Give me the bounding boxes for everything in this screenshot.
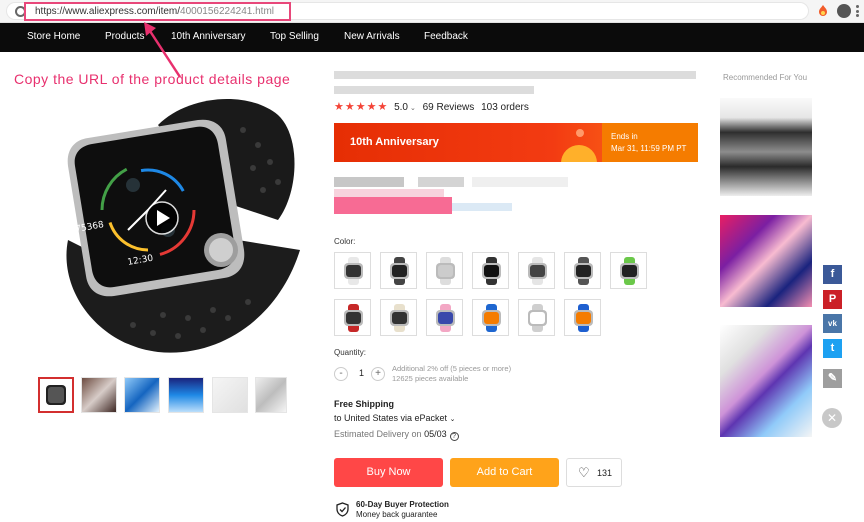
extension-icon[interactable]	[817, 4, 829, 18]
promo-banner[interactable]: 10th Anniversary Ends in Mar 31, 11:59 P…	[334, 123, 698, 162]
protection-subtitle: Money back guarantee	[356, 510, 438, 519]
pieces-available: 12625 pieces available	[392, 374, 469, 383]
quantity-label: Quantity:	[334, 348, 367, 357]
color-swatch-3[interactable]	[426, 252, 463, 289]
product-main-image[interactable]: 75368 12:30	[38, 90, 303, 360]
edit-icon[interactable]: ✎	[823, 369, 842, 388]
quantity-increase-button[interactable]: +	[371, 367, 385, 381]
watch-thumbnail-icon	[574, 257, 593, 285]
color-swatch-12[interactable]	[518, 299, 555, 336]
recommended-title: Recommended For You	[722, 73, 808, 82]
watch-thumbnail-icon	[436, 257, 455, 285]
price-blurred	[334, 177, 404, 187]
recommended-item-2[interactable]	[720, 215, 812, 307]
promo-ends-date: Mar 31, 11:59 PM PT	[611, 144, 687, 153]
wishlist-count: 131	[597, 468, 613, 478]
thumbnail-3[interactable]	[124, 377, 160, 413]
watch-thumbnail-icon	[390, 304, 409, 332]
rating-row: ★★★★★ 5.0 ⌄ 69 Reviews 103 orders	[334, 101, 529, 113]
thumbnail-6[interactable]	[255, 377, 287, 413]
thumbnail-1[interactable]	[38, 377, 74, 413]
browser-menu-icon[interactable]	[856, 5, 859, 17]
watch-thumbnail-icon	[344, 304, 363, 332]
shipping-title: Free Shipping	[334, 399, 395, 409]
profile-icon[interactable]	[837, 4, 851, 18]
rating-stars-icon: ★★★★★	[334, 101, 389, 113]
watch-thumbnail-icon	[482, 257, 501, 285]
promo-decoration	[561, 145, 597, 162]
color-swatch-2[interactable]	[380, 252, 417, 289]
watch-thumbnail-icon	[482, 304, 501, 332]
discount-blurred	[334, 197, 452, 214]
heart-icon: ♡	[578, 465, 590, 480]
watch-thumbnail-icon	[620, 257, 639, 285]
color-swatch-5[interactable]	[518, 252, 555, 289]
thumbnail-5[interactable]	[212, 377, 248, 413]
rating-value: 5.0	[394, 102, 408, 113]
shipping-destination-text: to United States via ePacket	[334, 413, 448, 423]
quantity-input[interactable]: 1	[359, 368, 364, 378]
promo-decoration-dot	[576, 129, 584, 137]
nav-top-selling[interactable]: Top Selling	[270, 31, 319, 42]
color-label: Color:	[334, 237, 356, 246]
help-icon[interactable]: ?	[449, 432, 459, 441]
price-blurred-3	[472, 177, 568, 187]
page: https://www.aliexpress.com/item/40001562…	[0, 0, 864, 522]
color-swatch-8[interactable]	[334, 299, 371, 336]
nav-feedback[interactable]: Feedback	[424, 31, 468, 42]
nav-store-home[interactable]: Store Home	[27, 31, 80, 42]
orders-count: 103 orders	[481, 102, 529, 113]
protection-title: 60-Day Buyer Protection	[356, 500, 449, 509]
color-swatch-9[interactable]	[380, 299, 417, 336]
browser-toolbar: https://www.aliexpress.com/item/40001562…	[0, 0, 864, 23]
watch-thumbnail-icon	[528, 304, 547, 332]
price-blurred-2	[418, 177, 464, 187]
color-swatch-13[interactable]	[564, 299, 601, 336]
vk-share-icon[interactable]: vk	[823, 314, 842, 333]
product-title-blurred	[334, 71, 696, 79]
thumbnail-2[interactable]	[81, 377, 117, 413]
close-icon[interactable]: ✕	[822, 408, 842, 428]
recommended-item-3[interactable]	[720, 325, 812, 437]
twitter-share-icon[interactable]: t	[823, 339, 842, 358]
quantity-decrease-button[interactable]: -	[334, 367, 348, 381]
watch-thumbnail-icon	[390, 257, 409, 285]
wishlist-button[interactable]: ♡ 131	[566, 458, 622, 487]
promo-ends-label: Ends in	[611, 132, 638, 141]
shipping-destination[interactable]: to United States via ePacket ⌄	[334, 413, 455, 423]
pinterest-share-icon[interactable]: P	[823, 290, 842, 309]
product-title-blurred-2	[334, 86, 534, 94]
estimated-delivery: Estimated Delivery on 05/03?	[334, 429, 459, 441]
color-swatch-6[interactable]	[564, 252, 601, 289]
annotation-text: Copy the URL of the product details page	[14, 71, 291, 87]
color-swatch-10[interactable]	[426, 299, 463, 336]
buy-now-button[interactable]: Buy Now	[334, 458, 443, 487]
color-swatch-7[interactable]	[610, 252, 647, 289]
store-nav: Store Home Products 10th Anniversary Top…	[0, 23, 864, 52]
watch-thumbnail-icon	[344, 257, 363, 285]
nav-new-arrivals[interactable]: New Arrivals	[344, 31, 400, 42]
watch-thumbnail-icon	[528, 257, 547, 285]
promo-title: 10th Anniversary	[350, 136, 439, 148]
add-to-cart-button[interactable]: Add to Cart	[450, 458, 559, 487]
nav-products[interactable]: Products	[105, 31, 144, 42]
discount-blurred-2	[452, 203, 512, 211]
thumbnail-4[interactable]	[168, 377, 204, 413]
recommended-item-1[interactable]	[720, 98, 812, 196]
quantity-note: Additional 2% off (5 pieces or more) 126…	[392, 364, 511, 384]
delivery-date: 05/03	[424, 429, 447, 439]
color-swatch-11[interactable]	[472, 299, 509, 336]
facebook-share-icon[interactable]: f	[823, 265, 842, 284]
watch-thumbnail-icon	[574, 304, 593, 332]
color-swatch-1[interactable]	[334, 252, 371, 289]
reviews-count[interactable]: 69 Reviews	[423, 102, 475, 113]
bulk-discount-note: Additional 2% off (5 pieces or more)	[392, 364, 512, 373]
url-highlight-box	[24, 2, 291, 21]
delivery-label: Estimated Delivery on	[334, 429, 422, 439]
promo-countdown: Ends in Mar 31, 11:59 PM PT	[602, 123, 698, 162]
watch-thumbnail-icon	[436, 304, 455, 332]
shield-check-icon	[336, 502, 349, 517]
color-swatch-4[interactable]	[472, 252, 509, 289]
